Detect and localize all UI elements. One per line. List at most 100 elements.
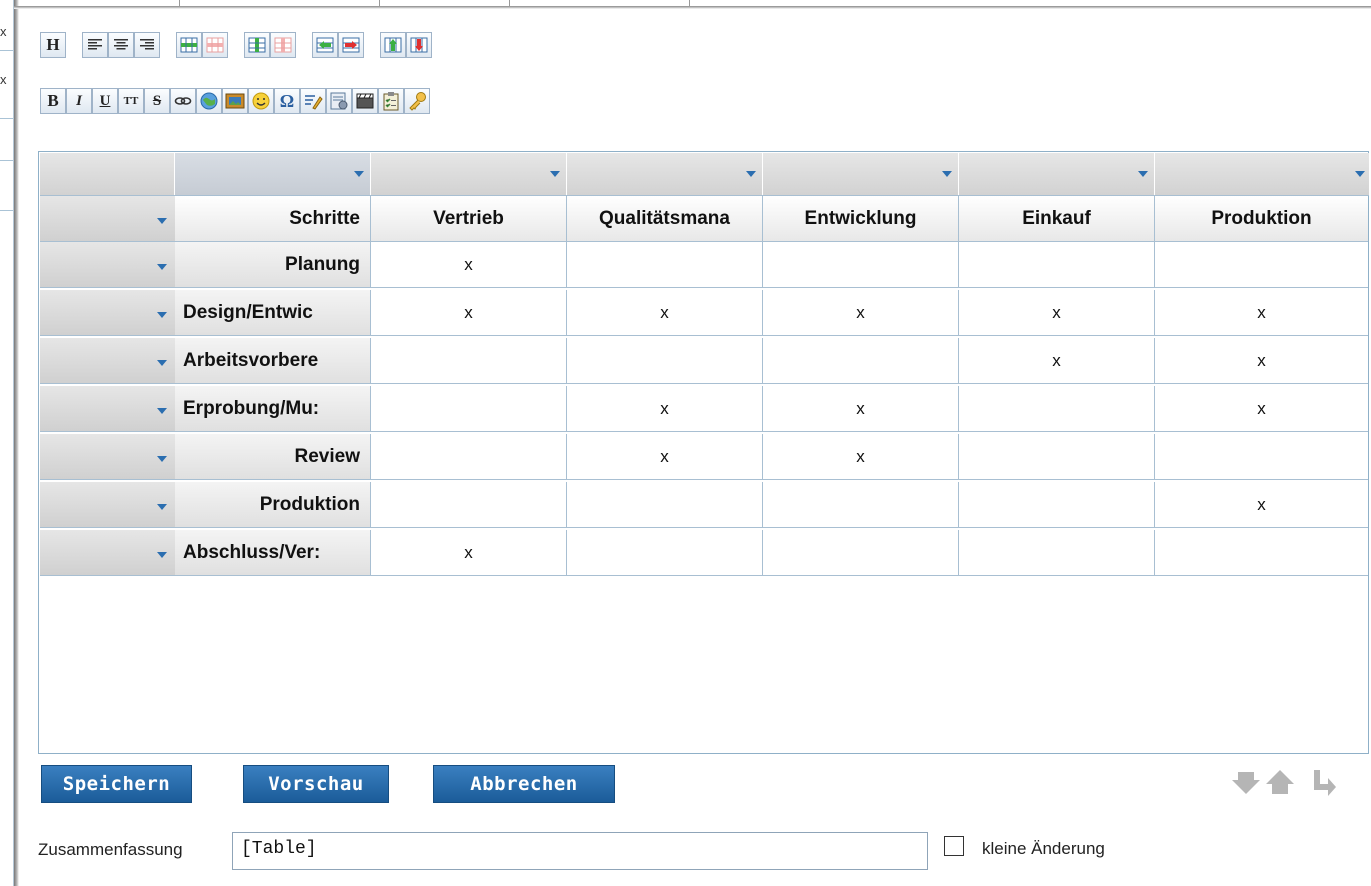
row-handle[interactable]	[40, 290, 175, 336]
cancel-button[interactable]: Abbrechen	[433, 765, 615, 803]
row-header-cell[interactable]: Arbeitsvorbere	[175, 338, 371, 384]
table-cell[interactable]	[959, 530, 1155, 576]
background-page: x x	[0, 0, 14, 886]
row-header-cell[interactable]: Review	[175, 434, 371, 480]
delete-column-button[interactable]	[270, 32, 296, 58]
table-cell[interactable]: x	[959, 290, 1155, 336]
table-cell[interactable]	[959, 434, 1155, 480]
table-cell[interactable]	[1155, 434, 1368, 480]
row-handle[interactable]	[40, 242, 175, 288]
strikethrough-button[interactable]: S	[144, 88, 170, 114]
table-header-cell[interactable]: Entwicklung	[763, 196, 959, 242]
table-cell[interactable]	[371, 338, 567, 384]
smiley-button[interactable]	[248, 88, 274, 114]
column-handle[interactable]	[763, 153, 959, 195]
insert-row-button[interactable]	[176, 32, 202, 58]
row-header-cell[interactable]: Planung	[175, 242, 371, 288]
column-handle[interactable]	[567, 153, 763, 195]
insert-column-button[interactable]	[244, 32, 270, 58]
table-cell[interactable]: x	[567, 434, 763, 480]
table-cell[interactable]	[763, 338, 959, 384]
table-cell[interactable]: x	[763, 434, 959, 480]
italic-button[interactable]: I	[66, 88, 92, 114]
row-handle[interactable]	[40, 386, 175, 432]
table-cell[interactable]	[567, 530, 763, 576]
align-left-button[interactable]	[82, 32, 108, 58]
table-cell[interactable]: x	[1155, 338, 1368, 384]
table-cell[interactable]	[763, 242, 959, 288]
special-chars-button[interactable]: Ω	[274, 88, 300, 114]
table-cell[interactable]: x	[1155, 482, 1368, 528]
table-cell[interactable]: x	[567, 290, 763, 336]
table-cell[interactable]: x	[567, 386, 763, 432]
delete-row-button[interactable]	[202, 32, 228, 58]
underline-button[interactable]: U	[92, 88, 118, 114]
row-handle[interactable]	[40, 482, 175, 528]
row-handle[interactable]	[40, 196, 175, 242]
preview-button[interactable]: Vorschau	[243, 765, 389, 803]
table-cell[interactable]: x	[763, 386, 959, 432]
row-header-cell[interactable]: Erprobung/Mu:	[175, 386, 371, 432]
table-editor[interactable]: Schritte Vertrieb Qualitätsmana Entwickl…	[38, 151, 1369, 754]
table-cell[interactable]: x	[371, 290, 567, 336]
column-handle[interactable]	[1155, 153, 1369, 195]
image-button[interactable]	[222, 88, 248, 114]
table-cell[interactable]	[1155, 530, 1368, 576]
column-handle[interactable]	[371, 153, 567, 195]
table-cell[interactable]: x	[959, 338, 1155, 384]
table-cell[interactable]	[959, 386, 1155, 432]
row-header-cell[interactable]: Produktion	[175, 482, 371, 528]
table-header-cell[interactable]: Produktion	[1155, 196, 1368, 242]
table-cell[interactable]	[959, 482, 1155, 528]
signature-button[interactable]	[300, 88, 326, 114]
save-button[interactable]: Speichern	[41, 765, 192, 803]
move-column-right-button[interactable]	[338, 32, 364, 58]
dropdown-arrow-icon	[157, 360, 167, 366]
bold-button[interactable]: B	[40, 88, 66, 114]
row-handle[interactable]	[40, 530, 175, 576]
row-header-cell[interactable]: Design/Entwic	[175, 290, 371, 336]
table-cell[interactable]: x	[763, 290, 959, 336]
heading-button[interactable]: H	[40, 32, 66, 58]
table-cell[interactable]	[959, 242, 1155, 288]
template-button[interactable]	[326, 88, 352, 114]
table-cell[interactable]	[371, 482, 567, 528]
align-right-button[interactable]	[134, 32, 160, 58]
link-button[interactable]	[170, 88, 196, 114]
table-cell[interactable]	[1155, 242, 1368, 288]
external-link-button[interactable]	[196, 88, 222, 114]
column-handle[interactable]	[959, 153, 1155, 195]
table-cell[interactable]: x	[1155, 290, 1368, 336]
move-row-up-button[interactable]	[380, 32, 406, 58]
row-handle[interactable]	[40, 338, 175, 384]
table-cell[interactable]	[567, 242, 763, 288]
align-center-button[interactable]	[108, 32, 134, 58]
table-cell[interactable]	[763, 482, 959, 528]
column-handles	[40, 153, 1369, 196]
key-button[interactable]	[404, 88, 430, 114]
row-handle[interactable]	[40, 434, 175, 480]
table-cell[interactable]	[567, 482, 763, 528]
table-header-cell[interactable]: Schritte	[175, 196, 371, 242]
minor-edit-checkbox[interactable]	[944, 836, 964, 856]
smiley-icon	[252, 92, 270, 110]
table-cell[interactable]: x	[1155, 386, 1368, 432]
table-cell[interactable]	[567, 338, 763, 384]
table-cell[interactable]	[763, 530, 959, 576]
media-button[interactable]	[352, 88, 378, 114]
checklist-button[interactable]	[378, 88, 404, 114]
table-cell[interactable]	[371, 386, 567, 432]
table-header-cell[interactable]: Vertrieb	[371, 196, 567, 242]
table-cell[interactable]: x	[371, 530, 567, 576]
move-column-left-button[interactable]	[312, 32, 338, 58]
row-header-cell[interactable]: Abschluss/Ver:	[175, 530, 371, 576]
column-handle[interactable]	[175, 153, 371, 195]
summary-input[interactable]: [Table]	[232, 832, 928, 870]
table-cell[interactable]: x	[371, 242, 567, 288]
table-header-cell[interactable]: Einkauf	[959, 196, 1155, 242]
table-cell[interactable]	[371, 434, 567, 480]
align-center-icon	[114, 39, 128, 50]
move-row-down-button[interactable]	[406, 32, 432, 58]
teletype-button[interactable]: TT	[118, 88, 144, 114]
table-header-cell[interactable]: Qualitätsmana	[567, 196, 763, 242]
